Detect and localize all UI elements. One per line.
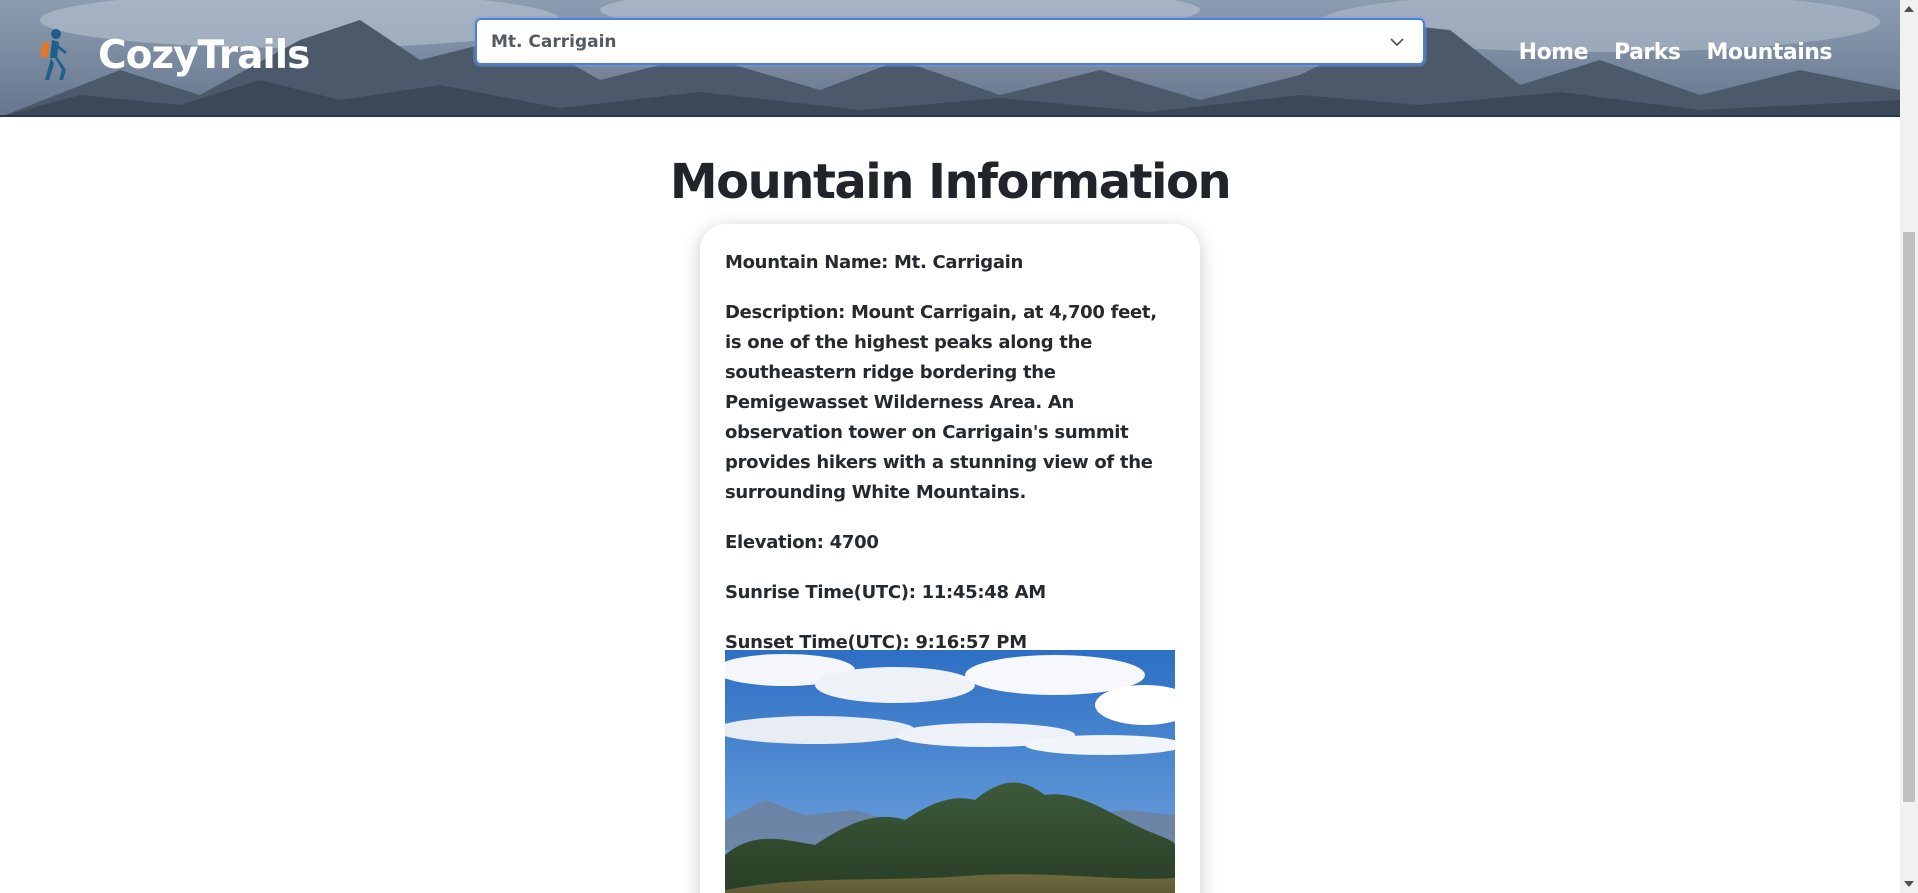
brand-name: CozyTrails xyxy=(98,32,310,78)
mountain-elevation: Elevation: 4700 xyxy=(725,532,879,553)
main-nav: Home Parks Mountains xyxy=(1519,40,1833,65)
mountain-name: Mountain Name: Mt. Carrigain xyxy=(725,252,1024,273)
page-scrollbar[interactable] xyxy=(1900,0,1918,893)
chevron-down-icon xyxy=(1390,38,1404,47)
scroll-up-icon[interactable] xyxy=(1904,6,1914,12)
brand[interactable]: CozyTrails xyxy=(32,28,310,82)
nav-home[interactable]: Home xyxy=(1519,40,1589,65)
scroll-down-icon[interactable] xyxy=(1904,881,1914,887)
hiker-icon xyxy=(40,29,67,80)
page-title: Mountain Information xyxy=(669,154,1232,210)
sunrise-time: Sunrise Time(UTC): 11:45:48 AM xyxy=(725,582,1046,603)
mountain-photo xyxy=(725,650,1175,893)
mountain-select[interactable]: Mt. Carrigain xyxy=(475,18,1425,65)
mountain-description: Description: Mount Carrigain, at 4,700 f… xyxy=(725,302,1157,503)
mountain-select-value: Mt. Carrigain xyxy=(491,31,617,52)
mountain-info-card: Mountain Name: Mt. Carrigain Description… xyxy=(700,224,1200,893)
nav-mountains[interactable]: Mountains xyxy=(1707,40,1833,65)
nav-parks[interactable]: Parks xyxy=(1614,40,1681,65)
site-header: CozyTrails Mt. Carrigain Home Parks Moun… xyxy=(0,0,1900,117)
scrollbar-thumb[interactable] xyxy=(1903,232,1915,802)
